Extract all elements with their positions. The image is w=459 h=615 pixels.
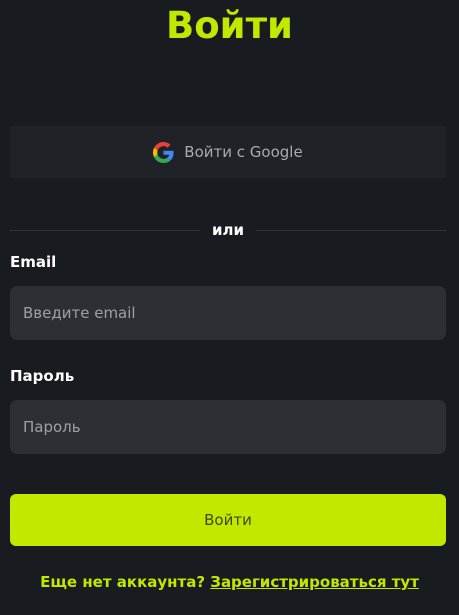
divider-line-left: [10, 229, 200, 231]
google-g-icon: [153, 141, 174, 163]
email-label: Email: [10, 253, 57, 271]
divider-text: или: [212, 221, 245, 239]
google-signin-button[interactable]: Войти с Google: [10, 126, 446, 178]
divider-line-right: [256, 229, 447, 231]
password-field[interactable]: [10, 400, 446, 454]
register-link[interactable]: Зарегистрироваться тут: [210, 573, 419, 591]
password-label: Пароль: [10, 367, 75, 385]
register-prompt: Еще нет аккаунта? Зарегистрироваться тут: [0, 572, 459, 592]
login-button[interactable]: Войти: [10, 494, 446, 546]
page-title: Войти: [166, 4, 293, 47]
google-signin-label: Войти с Google: [184, 143, 303, 161]
email-field[interactable]: [10, 286, 446, 340]
or-divider: или: [10, 220, 447, 240]
register-prompt-text: Еще нет аккаунта?: [40, 573, 206, 591]
